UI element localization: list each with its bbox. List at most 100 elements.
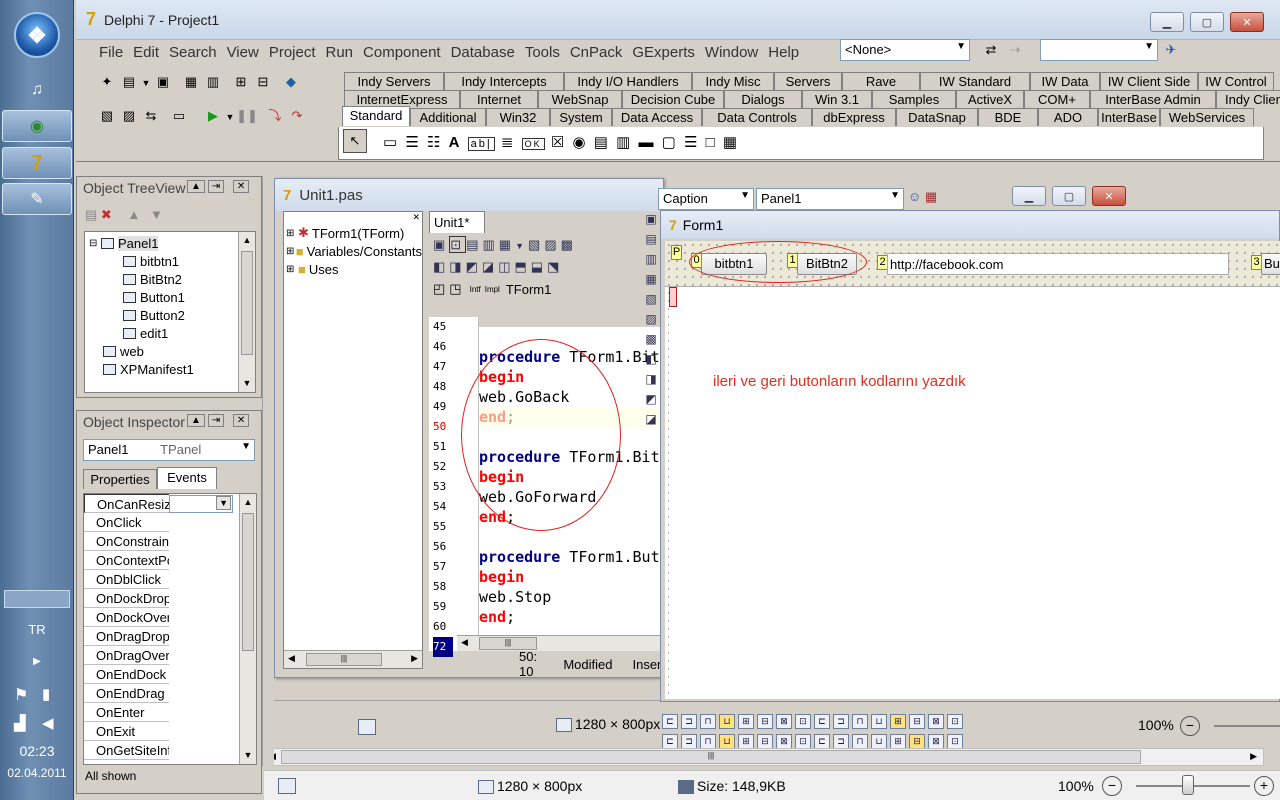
tool-icon[interactable]: ⬓ [531, 259, 547, 274]
checkbox-icon[interactable]: ☒ [551, 134, 566, 151]
media-player-taskbar-button[interactable]: ♫ [2, 74, 72, 106]
close-button[interactable]: ✕ [1230, 12, 1264, 32]
align-tool-icon[interactable]: ⊐ [681, 714, 697, 729]
action-center-icon[interactable]: ⚑ [14, 685, 28, 705]
menu-search[interactable]: Search [164, 44, 222, 61]
palette-tab-interbase[interactable]: InterBase [1098, 108, 1160, 126]
remove-file-icon[interactable]: ⊟ [252, 72, 274, 92]
clock-date[interactable]: 02.04.2011 [0, 766, 74, 780]
align-tool-icon[interactable]: ⊞ [738, 714, 754, 729]
radiogroup-icon[interactable]: ☰ [684, 134, 699, 151]
trace-into-icon[interactable]: ⤵ [264, 104, 286, 124]
power-icon[interactable]: ▮ [42, 685, 50, 703]
new-icon[interactable]: ✦ [96, 72, 118, 92]
tool-icon[interactable]: ◰ [433, 281, 445, 297]
event-row[interactable]: OnContextPopup [84, 551, 169, 570]
menu-database[interactable]: Database [446, 44, 520, 61]
edit-icon[interactable]: ab| [467, 137, 495, 151]
event-row[interactable]: OnEndDock [84, 665, 169, 684]
chevron-down-icon[interactable]: ▼ [140, 73, 152, 93]
collapse-icon[interactable]: ⊟ [89, 238, 101, 249]
event-row[interactable]: OnDblClick [84, 570, 169, 589]
paint-taskbar-button[interactable]: ✎ [2, 183, 72, 215]
align-tool-icon[interactable]: ⊏ [662, 734, 678, 749]
tool-icon[interactable]: ◨ [449, 259, 465, 274]
menu-help[interactable]: Help [763, 44, 804, 61]
expand-icon[interactable]: ⊞ [286, 264, 298, 275]
volume-muted-icon[interactable]: ◀ [42, 714, 54, 732]
pin-icon[interactable]: ⇥ [207, 180, 225, 193]
object-selector-combo[interactable]: Panel1 TPanel ▼ [83, 439, 255, 461]
pin-icon[interactable]: ⇥ [207, 414, 225, 427]
menu-run[interactable]: Run [321, 44, 359, 61]
palette-tab-iw-standard[interactable]: IW Standard [920, 72, 1030, 90]
menu-component[interactable]: Component [358, 44, 446, 61]
align-tool-icon[interactable]: ⊏ [662, 714, 678, 729]
url-edit[interactable]: http://facebook.com [887, 253, 1229, 275]
run-layout-icon[interactable]: ✈ [1160, 40, 1182, 60]
minimize-button[interactable]: ▁ [1150, 12, 1184, 32]
event-row[interactable]: OnEnter [84, 703, 169, 722]
tool-icon[interactable]: ◩ [466, 259, 482, 274]
event-row[interactable]: OnGetSiteInfo [84, 741, 169, 760]
align-tool-icon[interactable]: ⊐ [833, 734, 849, 749]
impl-icon[interactable]: Impl [485, 285, 500, 294]
property-combo[interactable]: Caption ▼ [658, 188, 754, 210]
toggle-form-unit-icon[interactable]: ⇆ [140, 106, 162, 126]
palette-tab-indy-clients[interactable]: Indy Clients [1216, 90, 1280, 108]
zoom-out-button[interactable]: − [1180, 716, 1200, 736]
event-row[interactable]: OnEndDrag [84, 684, 169, 703]
dock-icon[interactable]: ▲ [187, 180, 205, 193]
tab-properties[interactable]: Properties [83, 469, 157, 489]
palette-tab-iw-control[interactable]: IW Control [1198, 72, 1274, 90]
mainmenu-icon[interactable]: ☰ [405, 134, 420, 151]
scrollbar-icon[interactable]: ▬ [638, 134, 655, 151]
explorer-item[interactable]: ⊞ ■ Uses [286, 260, 422, 278]
palette-tab-dialogs[interactable]: Dialogs [724, 90, 802, 108]
event-row[interactable]: OnCanResize [84, 494, 169, 513]
start-button[interactable]: ❖ [14, 12, 60, 58]
align-tool-icon[interactable]: ⊓ [700, 714, 716, 729]
form-client-area[interactable]: P 0 bitbtn1 1 BitBtn2 2 http://facebook.… [665, 241, 1280, 699]
align-tool-icon[interactable]: ⊓ [852, 714, 868, 729]
panel-splitter[interactable] [262, 176, 274, 766]
network-icon[interactable]: ▟ [14, 714, 26, 732]
palette-tab-bde[interactable]: BDE [978, 108, 1038, 126]
tool-icon[interactable]: ▤ [466, 237, 482, 252]
open-icon[interactable]: ▤ [118, 72, 140, 92]
tree-node[interactable]: Button1 [89, 288, 255, 306]
tool-icon[interactable]: ⬔ [547, 259, 563, 274]
close-icon[interactable]: ✕ [232, 414, 250, 427]
tree-node[interactable]: bitbtn1 [89, 252, 255, 270]
set-debug-desktop-icon[interactable]: ⇢ [1004, 40, 1026, 60]
chevron-down-icon[interactable]: ▼ [224, 107, 236, 127]
tool-icon[interactable]: ◫ [498, 259, 514, 274]
event-row[interactable]: OnConstrainedResize [84, 532, 169, 551]
align-tool-icon[interactable]: ⊟ [757, 734, 773, 749]
palette-tab-dbexpress[interactable]: dbExpress [812, 108, 896, 126]
chevron-down-icon[interactable]: ▼ [216, 496, 231, 510]
treeview-scrollbar[interactable]: ▲ ▼ [238, 232, 255, 392]
radiobutton-icon[interactable]: ◉ [572, 134, 587, 151]
tool-icon[interactable]: ▨ [544, 237, 560, 252]
palette-tab-iw-data[interactable]: IW Data [1030, 72, 1100, 90]
save-all-icon[interactable]: ▦ [180, 72, 202, 92]
scroll-up-icon[interactable]: ▲ [240, 494, 256, 511]
tree-node[interactable]: Button2 [89, 306, 255, 324]
palette-tab-indy-intercepts[interactable]: Indy Intercepts [444, 72, 564, 90]
align-tool-icon[interactable]: ⊓ [852, 734, 868, 749]
tree-node[interactable]: web [89, 342, 255, 360]
form-window-maximize[interactable]: ▢ [1052, 186, 1086, 206]
maximize-button[interactable]: ▢ [1190, 12, 1224, 32]
palette-tab-system[interactable]: System [550, 108, 612, 126]
open-project-icon[interactable]: ▥ [202, 72, 224, 92]
scroll-right-icon[interactable]: ▶ [411, 653, 418, 664]
palette-tab-indy-servers[interactable]: Indy Servers [344, 72, 444, 90]
zoom-slider-track[interactable] [1214, 725, 1280, 727]
scroll-up-icon[interactable]: ▲ [239, 232, 255, 249]
align-tool-icon[interactable]: ⊟ [757, 714, 773, 729]
debug-layout-combo[interactable]: ▼ [1040, 39, 1158, 61]
palette-tab-interbase-admin[interactable]: InterBase Admin [1090, 90, 1216, 108]
dock-icon[interactable]: ▲ [187, 414, 205, 427]
align-tool-icon[interactable]: ⊐ [833, 714, 849, 729]
